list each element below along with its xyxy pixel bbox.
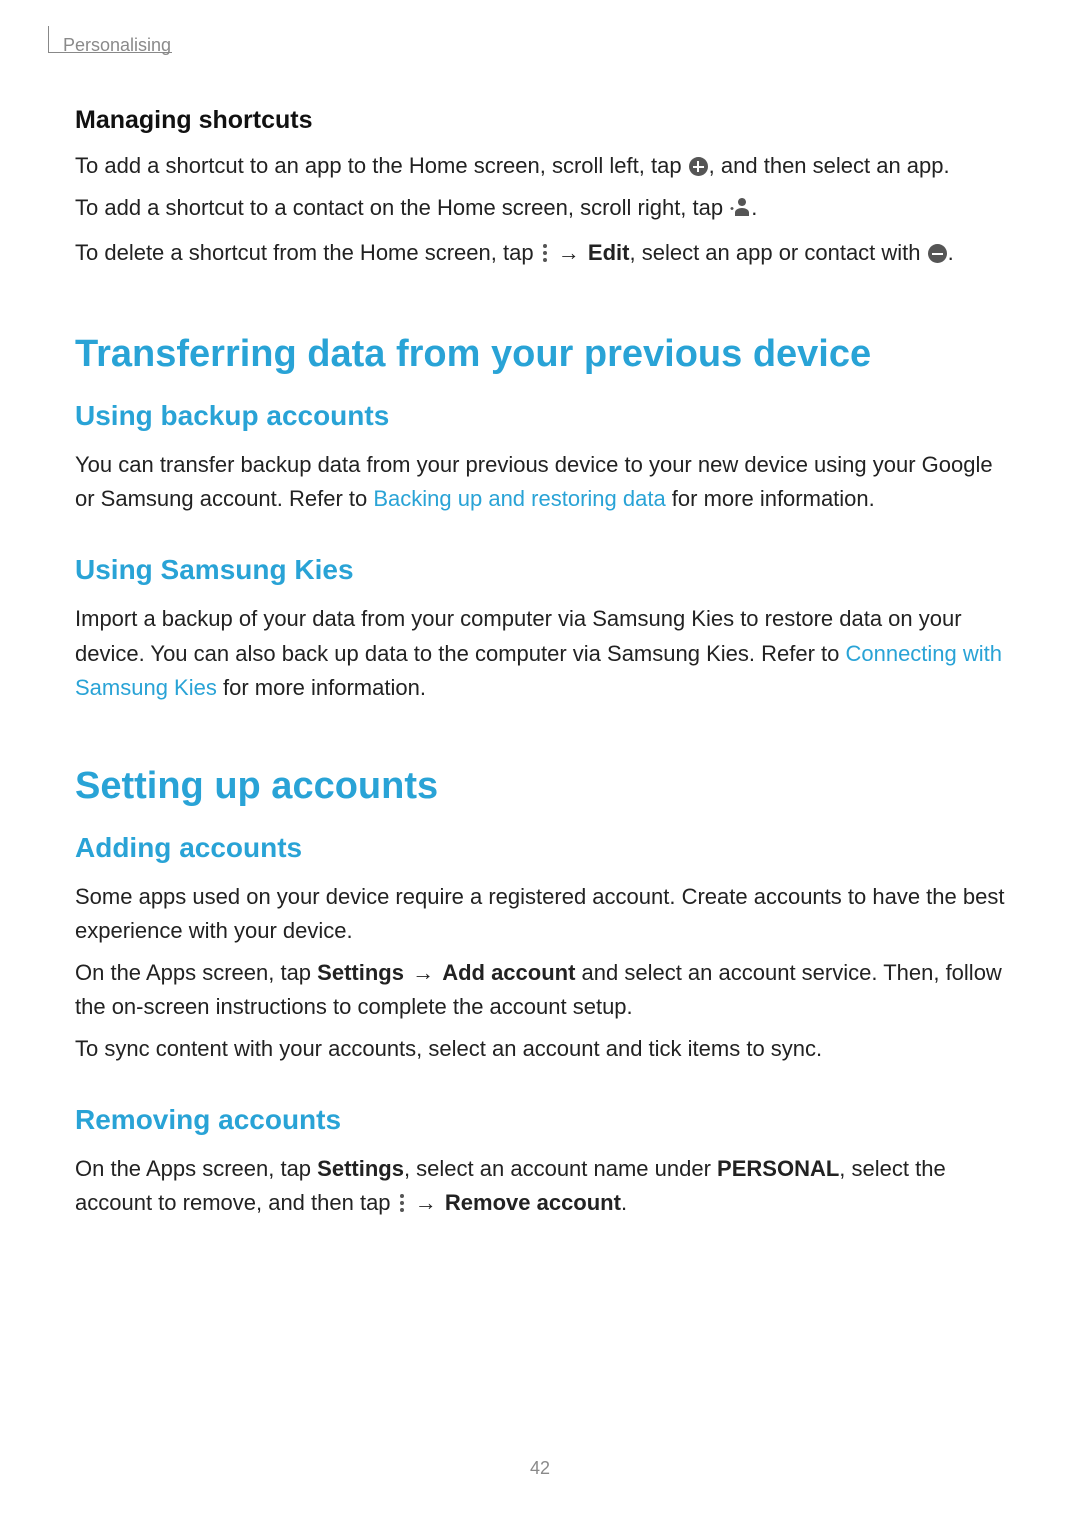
arrow-icon: → [552,240,586,265]
text: To delete a shortcut from the Home scree… [75,240,540,265]
text: On the Apps screen, tap [75,1156,317,1181]
edit-label: Edit [588,240,630,265]
text: To add a shortcut to an app to the Home … [75,153,688,178]
remove-account-label: Remove account [445,1190,621,1215]
text: . [621,1190,627,1215]
more-options-icon [541,239,549,273]
text: On the Apps screen, tap [75,960,317,985]
text: . [751,195,757,220]
settings-label: Settings [317,1156,404,1181]
removing-accounts-heading: Removing accounts [75,1104,1005,1136]
setting-up-accounts-heading: Setting up accounts [75,765,1005,808]
page-content: Managing shortcuts To add a shortcut to … [75,106,1005,1223]
add-account-label: Add account [442,960,575,985]
header-rule [48,26,49,52]
adding-accounts-p2: On the Apps screen, tap Settings → Add a… [75,956,1005,1024]
adding-accounts-p3: To sync content with your accounts, sele… [75,1032,1005,1066]
arrow-icon: → [409,1190,443,1215]
adding-accounts-heading: Adding accounts [75,832,1005,864]
managing-shortcuts-p3: To delete a shortcut from the Home scree… [75,236,1005,273]
text: , select an account name under [404,1156,717,1181]
text: , select an app or contact with [629,240,926,265]
removing-accounts-p: On the Apps screen, tap Settings, select… [75,1152,1005,1223]
text: for more information. [666,486,875,511]
minus-circle-icon [928,244,947,263]
plus-circle-icon [689,157,708,176]
managing-shortcuts-p2: To add a shortcut to a contact on the Ho… [75,191,1005,228]
text: . [948,240,954,265]
text: for more information. [217,675,426,700]
page-container: Personalising Managing shortcuts To add … [0,0,1080,1527]
page-number: 42 [0,1458,1080,1479]
adding-accounts-p1: Some apps used on your device require a … [75,880,1005,948]
managing-shortcuts-p1: To add a shortcut to an app to the Home … [75,149,1005,183]
arrow-icon: → [406,960,440,985]
text: To add a shortcut to a contact on the Ho… [75,195,729,220]
using-backup-accounts-p: You can transfer backup data from your p… [75,448,1005,516]
text: , and then select an app. [709,153,950,178]
transferring-data-heading: Transferring data from your previous dev… [75,333,1005,376]
managing-shortcuts-heading: Managing shortcuts [75,106,1005,135]
backup-restore-link[interactable]: Backing up and restoring data [373,486,665,511]
header-underline [48,52,172,53]
text: Import a backup of your data from your c… [75,606,962,665]
more-options-icon [398,1189,406,1223]
personal-label: PERSONAL [717,1156,839,1181]
using-backup-accounts-heading: Using backup accounts [75,400,1005,432]
add-contact-icon [730,194,750,228]
using-samsung-kies-p: Import a backup of your data from your c… [75,602,1005,704]
using-samsung-kies-heading: Using Samsung Kies [75,554,1005,586]
settings-label: Settings [317,960,404,985]
